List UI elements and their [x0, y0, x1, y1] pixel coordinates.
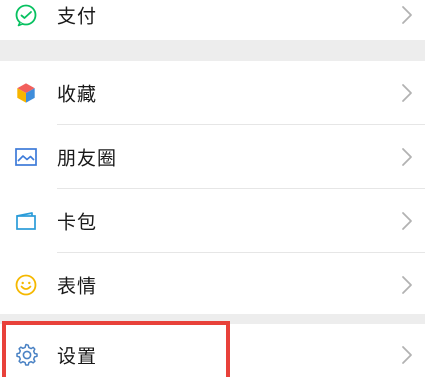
menu-item-stickers[interactable]: 表情: [0, 253, 425, 316]
menu-item-settings[interactable]: 设置: [0, 324, 425, 377]
menu-item-moments[interactable]: 朋友圈: [0, 125, 425, 188]
gear-icon: [13, 341, 39, 367]
chevron-right-icon: [401, 211, 413, 231]
menu-item-pay[interactable]: 支付: [0, 0, 425, 40]
chevron-right-icon: [401, 5, 413, 25]
menu-item-label: 设置: [57, 345, 98, 368]
chevron-right-icon: [401, 83, 413, 103]
chevron-right-icon: [401, 345, 413, 365]
menu-item-label: 收藏: [57, 83, 98, 105]
picture-icon: [13, 144, 39, 170]
cube-icon: [13, 80, 39, 106]
settings-group: 设置: [0, 324, 425, 377]
chevron-right-icon: [401, 147, 413, 167]
chevron-right-icon: [401, 275, 413, 295]
smiley-icon: [13, 272, 39, 298]
services-group: 收藏 朋友圈 卡包 表情: [0, 61, 425, 314]
pay-group: 支付: [0, 0, 425, 40]
menu-item-label: 朋友圈: [57, 147, 118, 169]
wechat-pay-icon: [13, 2, 39, 28]
menu-item-label: 卡包: [57, 211, 98, 233]
wechat-me-screen: 支付 收藏 朋友圈 卡包 表情 设置: [0, 0, 425, 377]
card-wallet-icon: [13, 208, 39, 234]
menu-item-favorites[interactable]: 收藏: [0, 61, 425, 124]
menu-item-label: 表情: [57, 275, 98, 297]
menu-item-cards[interactable]: 卡包: [0, 189, 425, 252]
menu-item-label: 支付: [57, 5, 98, 28]
